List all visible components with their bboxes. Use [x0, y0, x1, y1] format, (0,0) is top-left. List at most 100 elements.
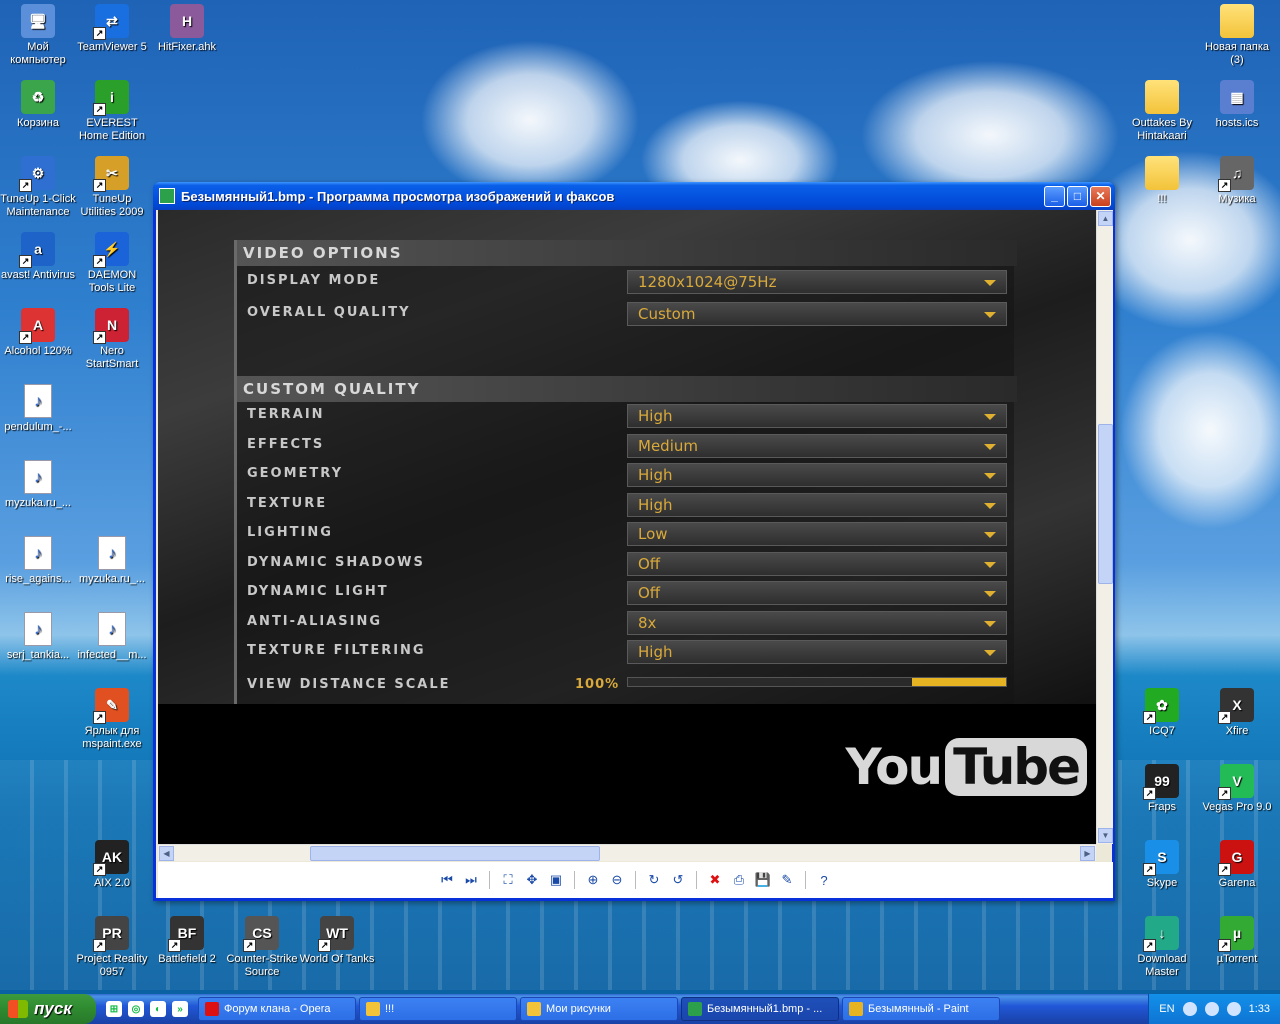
taskbar-button[interactable]: Мои рисунки [520, 997, 678, 1021]
desktop-icon-label: hosts.ics [1215, 117, 1259, 129]
desktop-icon[interactable]: ↓Download Master [1124, 916, 1200, 979]
desktop-icon[interactable]: SSkype [1124, 840, 1200, 890]
desktop-icon[interactable]: ♪ rise_agains... [0, 536, 76, 586]
desktop-icon[interactable]: ✎Ярлык для mspaint.exe [74, 688, 150, 751]
desktop-icon-label: EVEREST Home Edition [78, 117, 146, 142]
taskbar-button[interactable]: !!! [359, 997, 517, 1021]
option-dropdown[interactable]: High [627, 463, 1007, 487]
best-fit-icon[interactable]: ⛶ [498, 870, 518, 890]
scroll-left-button[interactable]: ◀ [159, 846, 174, 861]
zoom-in-icon[interactable]: ⊕ [583, 870, 603, 890]
edit-icon[interactable]: ✎ [777, 870, 797, 890]
desktop-icon[interactable]: ✿ICQ7 [1124, 688, 1200, 738]
desktop-icon[interactable]: AKAIX 2.0 [74, 840, 150, 890]
window-titlebar[interactable]: Безымянный1.bmp - Программа просмотра из… [153, 182, 1115, 210]
option-value: Medium [638, 436, 698, 455]
app-icon: V [1218, 764, 1254, 800]
option-dropdown[interactable]: Custom [627, 302, 1007, 326]
option-dropdown[interactable]: High [627, 640, 1007, 664]
language-indicator[interactable]: EN [1159, 1003, 1174, 1015]
actual-size-icon[interactable]: ✥ [522, 870, 542, 890]
desktop-icon[interactable]: aavast! Antivirus [0, 232, 76, 282]
desktop-icon[interactable]: !!! [1124, 156, 1200, 206]
maximize-button[interactable]: □ [1067, 185, 1088, 207]
desktop-icon[interactable]: BFBattlefield 2 [149, 916, 225, 966]
desktop-icon-label: avast! Antivirus [1, 269, 75, 281]
desktop-icon[interactable]: XXfire [1199, 688, 1275, 738]
desktop-icon[interactable]: 🖥 Мой компьютер [0, 4, 76, 67]
desktop-icon[interactable]: ⚡DAEMON Tools Lite [74, 232, 150, 295]
desktop-icon[interactable]: GGarena [1199, 840, 1275, 890]
desktop-icon[interactable]: ⚙TuneUp 1-Click Maintenance [0, 156, 76, 219]
taskbar-button[interactable]: Безымянный - Paint [842, 997, 1000, 1021]
rotate-counterclockwise-icon[interactable]: ↺ [668, 870, 688, 890]
view-distance-slider[interactable] [627, 677, 1007, 687]
volume-icon[interactable] [1226, 1002, 1241, 1016]
tray-expand-icon[interactable] [1182, 1002, 1197, 1016]
quick-launch-icon[interactable]: ⊞ [106, 1001, 122, 1017]
desktop-icon[interactable]: VVegas Pro 9.0 [1199, 764, 1275, 814]
vertical-scroll-thumb[interactable] [1098, 424, 1113, 584]
desktop-icon-label: World Of Tanks [299, 953, 375, 965]
desktop-icon[interactable]: ✂TuneUp Utilities 2009 [74, 156, 150, 219]
desktop-icon[interactable]: ⇄TeamViewer 5 [74, 4, 150, 54]
scroll-right-button[interactable]: ▶ [1080, 846, 1095, 861]
option-label: TEXTURE [247, 495, 328, 511]
desktop-icon[interactable]: µµTorrent [1199, 916, 1275, 966]
desktop-icon[interactable]: ♻ Корзина [0, 80, 76, 130]
option-dropdown[interactable]: Off [627, 551, 1007, 576]
desktop-icon[interactable]: 99Fraps [1124, 764, 1200, 814]
delete-icon[interactable]: ✖ [705, 870, 725, 890]
option-dropdown[interactable]: Low [627, 522, 1007, 546]
desktop-icon[interactable]: AAlcohol 120% [0, 308, 76, 358]
taskbar-button[interactable]: Безымянный1.bmp - ... [681, 997, 839, 1021]
option-dropdown[interactable]: Off [627, 581, 1007, 605]
desktop-icon[interactable]: WTWorld Of Tanks [299, 916, 375, 966]
desktop-icon[interactable]: ♪ pendulum_-... [0, 384, 76, 434]
desktop-icon[interactable]: ♫Музика [1199, 156, 1275, 206]
app-icon: PR [93, 916, 129, 952]
desktop-icon[interactable]: CSCounter-Strike Source [224, 916, 300, 979]
print-icon[interactable]: ⎙ [729, 870, 749, 890]
option-dropdown[interactable]: High [627, 492, 1007, 517]
quick-launch-icon[interactable]: ◐ [150, 1001, 166, 1017]
rotate-clockwise-icon[interactable]: ↻ [644, 870, 664, 890]
previous-image-icon[interactable]: ⏮ [437, 870, 457, 890]
help-icon[interactable]: ? [814, 870, 834, 890]
horizontal-scroll-thumb[interactable] [310, 846, 600, 861]
desktop-icon[interactable]: ♪ myzuka.ru_... [74, 536, 150, 586]
app-icon: ⚡ [93, 232, 129, 268]
desktop-icon[interactable]: H HitFixer.ahk [149, 4, 225, 54]
quick-launch-icon[interactable]: ◎ [128, 1001, 144, 1017]
desktop-icon[interactable]: iEVEREST Home Edition [74, 80, 150, 143]
viewer-toolbar: ⏮ ⏭ ⛶ ✥ ▣ ⊕ ⊖ ↻ ↺ ✖ ⎙ 💾 ✎ ? [158, 862, 1113, 898]
save-icon[interactable]: 💾 [753, 870, 773, 890]
taskbar-button[interactable]: Форум клана - Opera [198, 997, 356, 1021]
minimize-button[interactable]: _ [1044, 185, 1065, 207]
desktop-icon[interactable]: PRProject Reality 0957 [74, 916, 150, 979]
desktop-icon[interactable]: NNero StartSmart [74, 308, 150, 371]
scroll-up-button[interactable]: ▲ [1098, 211, 1113, 226]
start-button[interactable]: пуск [0, 994, 96, 1024]
desktop-icon[interactable]: Outtakes By Hintakaari [1124, 80, 1200, 143]
zoom-out-icon[interactable]: ⊖ [607, 870, 627, 890]
option-dropdown[interactable]: 1280x1024@75Hz [627, 270, 1007, 294]
scroll-down-button[interactable]: ▼ [1098, 828, 1113, 843]
option-dropdown[interactable]: 8x [627, 610, 1007, 635]
clock[interactable]: 1:33 [1249, 1003, 1270, 1015]
desktop-icon[interactable]: ♪ infected__m... [74, 612, 150, 662]
quick-launch-icon[interactable]: » [172, 1001, 188, 1017]
desktop-icon[interactable]: Новая папка (3) [1199, 4, 1275, 67]
option-dropdown[interactable]: Medium [627, 433, 1007, 458]
slideshow-icon[interactable]: ▣ [546, 870, 566, 890]
desktop-icon[interactable]: ▦ hosts.ics [1199, 80, 1275, 130]
network-icon[interactable] [1204, 1002, 1219, 1016]
horizontal-scrollbar[interactable]: ◀ ▶ [158, 844, 1096, 861]
next-image-icon[interactable]: ⏭ [461, 870, 481, 890]
desktop-icon[interactable]: ♪ serj_tankia... [0, 612, 76, 662]
app-icon: ▦ [1220, 80, 1254, 114]
desktop-icon[interactable]: ♪ myzuka.ru_... [0, 460, 76, 510]
vertical-scrollbar[interactable]: ▲ ▼ [1096, 210, 1113, 844]
close-button[interactable]: ✕ [1090, 185, 1111, 207]
option-dropdown[interactable]: High [627, 404, 1007, 428]
